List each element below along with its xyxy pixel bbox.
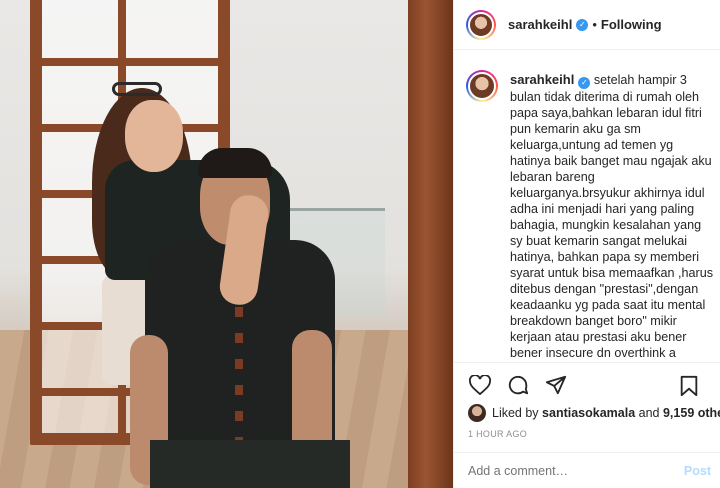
header-username[interactable]: sarahkeihl [508, 17, 572, 32]
verified-badge-icon: ✓ [578, 77, 591, 89]
caption: sarahkeihl ✓ setelah hampir 3 bulan tidak… [454, 62, 720, 362]
share-icon[interactable] [544, 373, 568, 397]
photo-woman-face [125, 100, 183, 172]
comment-icon[interactable] [506, 373, 530, 397]
liker-username[interactable]: santiasokamala [542, 406, 635, 420]
likes-prefix: Liked by [492, 406, 539, 420]
likes-connector: and [638, 406, 660, 420]
caption-text-block: sarahkeihl ✓ setelah hampir 3 bulan tidak… [510, 72, 713, 362]
avatar[interactable] [466, 9, 496, 40]
bookmark-icon[interactable] [677, 374, 701, 398]
following-button[interactable]: Following [601, 17, 662, 32]
comment-bar: Post [454, 452, 720, 488]
post-header: sarahkeihl ✓ • Following [454, 0, 720, 50]
post-actions [454, 362, 720, 406]
caption-body: setelah hampir 3 bulan tidak diterima di… [510, 73, 714, 360]
post-photo[interactable] [0, 0, 453, 488]
comment-input[interactable] [468, 463, 684, 478]
likes-summary: Liked by santiasokamala and 9,159 others [468, 404, 720, 422]
caption-username[interactable]: sarahkeihl [510, 72, 574, 87]
liker-avatar[interactable] [468, 404, 486, 422]
photo-man-hair [198, 148, 272, 178]
photo-door-right [408, 0, 453, 488]
caption-avatar[interactable] [466, 70, 498, 102]
post-side-panel: sarahkeihl ✓ • Following sarahkeihl ✓ set… [453, 0, 720, 488]
header-separator: • [592, 17, 597, 32]
post-timestamp[interactable]: 1 HOUR AGO [468, 429, 527, 439]
likes-count[interactable]: 9,159 others [663, 406, 720, 420]
heart-icon[interactable] [468, 373, 492, 397]
photo-sunglasses [112, 82, 162, 96]
post-comment-button[interactable]: Post [684, 464, 711, 478]
verified-badge-icon: ✓ [576, 18, 589, 31]
photo-man-pants [150, 440, 350, 488]
